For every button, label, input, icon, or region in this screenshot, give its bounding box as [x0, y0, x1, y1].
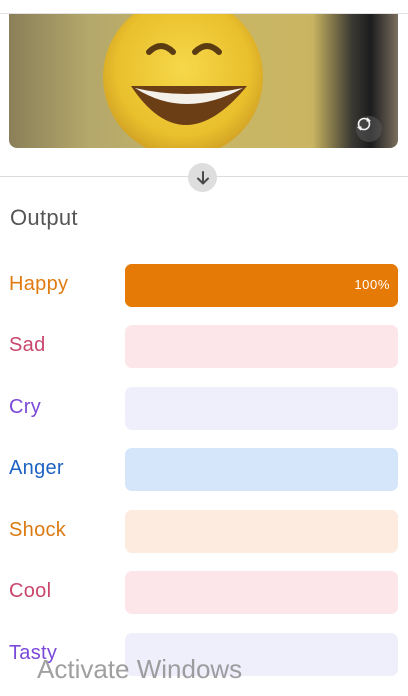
emotion-label: Happy	[9, 273, 69, 295]
emotion-row: Shock	[0, 510, 408, 554]
emotion-bar: 100%	[125, 264, 398, 307]
emotion-label: Cry	[9, 396, 42, 418]
emotion-label: Shock	[9, 519, 67, 541]
emotion-label: Sad	[9, 334, 46, 356]
expand-button[interactable]	[188, 163, 217, 192]
emotion-label: Cool	[9, 580, 52, 602]
camera-switch-button[interactable]	[356, 116, 382, 142]
emotion-row: Anger	[0, 448, 408, 492]
activate-windows-watermark: Activate Windows	[37, 654, 243, 684]
emotion-bar	[125, 387, 398, 430]
arrow-down-icon	[196, 170, 209, 184]
emotion-percent: 100%	[354, 277, 390, 292]
emotion-bar	[125, 571, 398, 614]
emotion-row: Happy 100%	[0, 264, 408, 308]
emotion-row: Sad	[0, 325, 408, 369]
output-title: Output	[10, 205, 78, 230]
emotion-row: Cool	[0, 571, 408, 615]
emotion-label: Anger	[9, 457, 64, 479]
camera-preview	[9, 14, 398, 148]
emotion-bar	[125, 325, 398, 368]
emotion-bar	[125, 510, 398, 553]
emoji-image	[103, 14, 263, 148]
emotion-row: Cry	[0, 387, 408, 431]
emotion-bar	[125, 448, 398, 491]
camera-switch-icon	[357, 117, 371, 131]
